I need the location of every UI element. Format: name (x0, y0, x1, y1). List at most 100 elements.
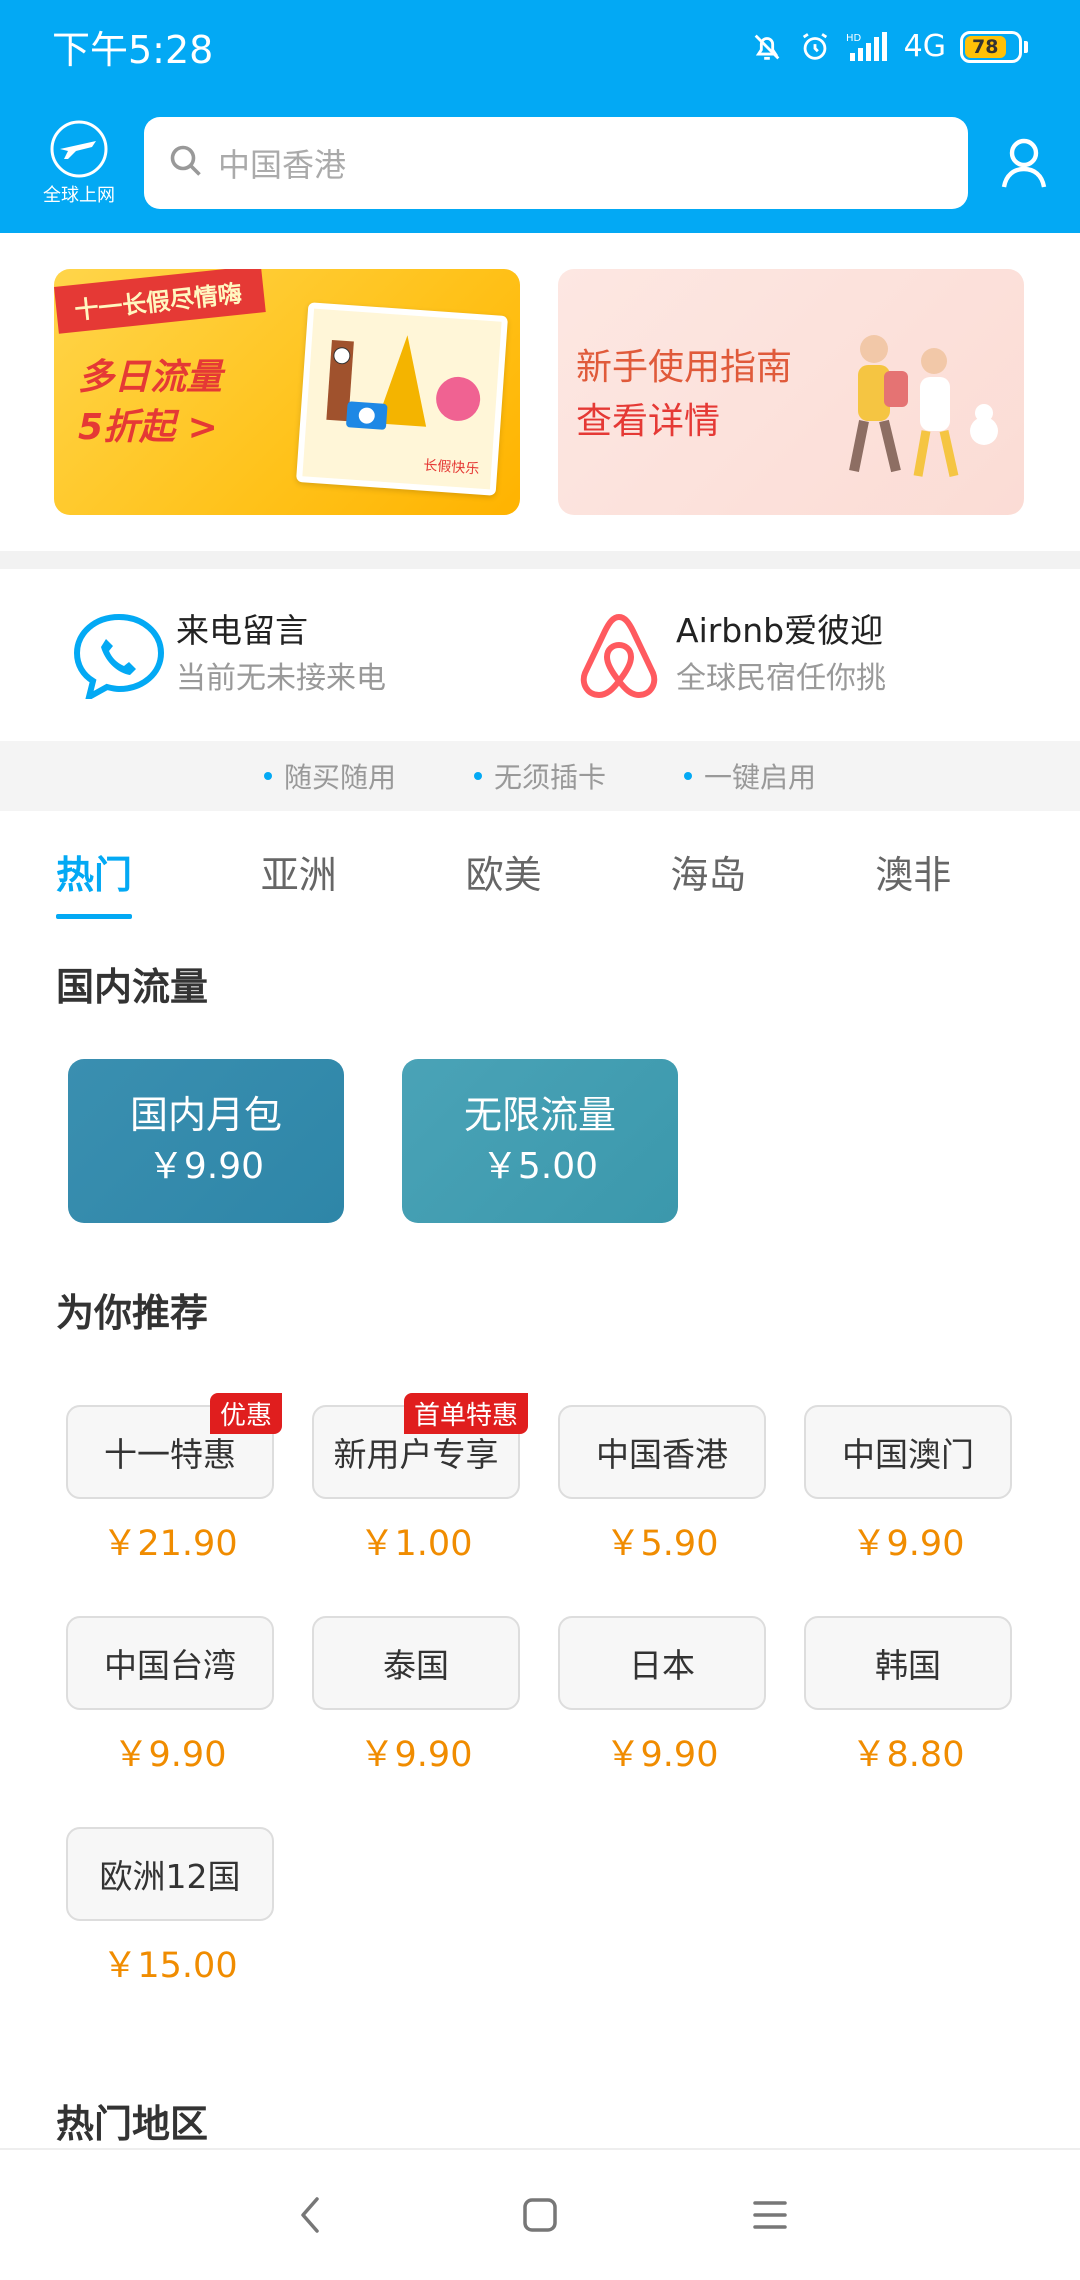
user-profile-button[interactable] (992, 131, 1056, 195)
rec-name: 新用户专享 (333, 1435, 499, 1474)
tab-europe-america[interactable]: 欧美 (466, 811, 671, 931)
system-navigation-bar (0, 2148, 1080, 2280)
rec-item: 新用户专享 首单特惠 ￥1.00 (312, 1393, 528, 1566)
voicemail-service[interactable]: 来电留言 当前无未接来电 (72, 609, 572, 741)
recent-apps-button[interactable] (740, 2185, 800, 2245)
postcard-tag: 长假快乐 (422, 457, 480, 478)
tab-asia[interactable]: 亚洲 (261, 811, 466, 931)
rec-button[interactable]: 十一特惠 优惠 (66, 1393, 282, 1499)
rec-button[interactable]: 中国台湾 (66, 1616, 274, 1710)
airbnb-icon (572, 609, 666, 703)
menu-lines-icon (753, 2201, 787, 2229)
rec-button[interactable]: 泰国 (312, 1616, 520, 1710)
feature-label: 无须插卡 (493, 761, 606, 794)
rec-button[interactable]: 韩国 (804, 1616, 1012, 1710)
rec-name: 泰国 (383, 1646, 449, 1685)
service-name: Airbnb爱彼迎 (676, 611, 884, 650)
rec-price: ￥9.90 (605, 1735, 719, 1775)
rec-item: 欧洲12国 ￥15.00 (66, 1827, 274, 1988)
section-divider (0, 551, 1080, 569)
tab-hot[interactable]: 热门 (56, 811, 261, 931)
back-button[interactable] (280, 2185, 340, 2245)
guide-title: 新手使用指南 (576, 347, 793, 388)
banner-line-2: 5折起 > (78, 407, 218, 448)
feature-item: 一键启用 (684, 756, 816, 796)
feature-item: 无须插卡 (473, 756, 606, 796)
logo-label: 全球上网 (43, 185, 115, 206)
top-bar: 下午5:28 HD 4G 78 全球上网 中国香港 (0, 0, 1080, 233)
back-chevron-icon (301, 2197, 319, 2233)
service-desc: 全球民宿任你挑 (676, 661, 886, 696)
rec-price: ￥9.90 (851, 1524, 965, 1564)
holiday-promo-banner[interactable]: 十一长假尽情嗨 多日流量 5折起 > 长假快乐 (54, 269, 520, 515)
search-icon (168, 143, 204, 183)
first-order-badge: 首单特惠 (403, 1393, 528, 1434)
package-name: 无限流量 (463, 1093, 616, 1137)
app-bar: 全球上网 中国香港 (0, 93, 1080, 233)
status-time: 下午5:28 (52, 28, 214, 72)
rec-name: 日本 (629, 1646, 695, 1685)
recommend-grid: 十一特惠 优惠 ￥21.90 新用户专享 首单特惠 ￥1.00 中国香港 ￥5.… (0, 1361, 1080, 1988)
battery-icon: 78 (960, 30, 1028, 63)
home-square-icon (523, 2198, 557, 2232)
rec-item: 泰国 ￥9.90 (312, 1616, 520, 1777)
search-placeholder: 中国香港 (218, 146, 347, 184)
rec-button[interactable]: 中国香港 (558, 1405, 766, 1499)
signal-icon: HD (846, 31, 890, 63)
domestic-section-title: 国内流量 (56, 964, 209, 1009)
rec-name: 欧洲12国 (99, 1857, 241, 1896)
user-icon (1001, 138, 1047, 188)
service-name: 来电留言 (176, 611, 308, 650)
rec-name: 十一特惠 (104, 1435, 236, 1474)
recommend-section-title: 为你推荐 (56, 1290, 209, 1335)
rec-item: 中国台湾 ￥9.90 (66, 1616, 274, 1777)
domestic-monthly-package[interactable]: 国内月包 ￥9.90 (68, 1059, 344, 1223)
service-desc: 当前无未接来电 (176, 661, 386, 696)
guide-link: 查看详情 (576, 401, 721, 442)
rec-price: ￥8.80 (851, 1735, 965, 1775)
region-tabs: 热门 亚洲 欧美 海岛 澳非 (0, 811, 1080, 931)
rec-button[interactable]: 新用户专享 首单特惠 (312, 1393, 528, 1499)
app-logo[interactable]: 全球上网 (36, 119, 122, 207)
travelers-illustration (849, 335, 998, 477)
rec-price: ￥9.90 (359, 1735, 473, 1775)
rec-name: 中国香港 (596, 1435, 728, 1474)
services-row: 来电留言 当前无未接来电 Airbnb爱彼迎 全球民宿任你挑 (0, 569, 1080, 741)
rec-button[interactable]: 欧洲12国 (66, 1827, 274, 1921)
rec-item: 中国澳门 ￥9.90 (804, 1405, 1012, 1566)
rec-button[interactable]: 日本 (558, 1616, 766, 1710)
svg-text:HD: HD (846, 33, 862, 44)
rec-item: 十一特惠 优惠 ￥21.90 (66, 1393, 282, 1566)
banner-title: 多日流量 5折起 > (78, 353, 222, 453)
bullet-icon (263, 772, 272, 780)
mute-bell-icon (750, 30, 784, 64)
rec-name: 韩国 (875, 1646, 941, 1685)
beginner-guide-banner[interactable]: 新手使用指南 查看详情 (558, 269, 1024, 515)
domestic-packages: 国内月包 ￥9.90 无限流量 ￥5.00 (0, 1035, 1080, 1257)
battery-level: 78 (965, 35, 1006, 58)
status-icons: HD 4G 78 (750, 29, 1028, 64)
status-bar: 下午5:28 HD 4G 78 (0, 0, 1080, 93)
feature-label: 一键启用 (704, 761, 817, 794)
rec-button[interactable]: 中国澳门 (804, 1405, 1012, 1499)
unlimited-data-package[interactable]: 无限流量 ￥5.00 (402, 1059, 678, 1223)
airbnb-service[interactable]: Airbnb爱彼迎 全球民宿任你挑 (572, 609, 1072, 741)
alarm-icon (798, 30, 832, 64)
tab-islands[interactable]: 海岛 (670, 811, 875, 931)
rec-name: 中国台湾 (104, 1646, 236, 1685)
home-button[interactable] (510, 2185, 570, 2245)
tab-oceania-africa[interactable]: 澳非 (875, 811, 1080, 931)
banner-row: 十一长假尽情嗨 多日流量 5折起 > 长假快乐 新手使用指南 查看详情 (0, 233, 1080, 551)
rec-item: 韩国 ￥8.80 (804, 1616, 1012, 1777)
discount-badge: 优惠 (209, 1393, 282, 1434)
rec-item: 中国香港 ￥5.90 (558, 1405, 766, 1566)
bullet-icon (684, 772, 692, 780)
search-input[interactable]: 中国香港 (144, 117, 968, 209)
feature-strip: 随买随用 无须插卡 一键启用 (0, 741, 1080, 811)
rec-price: ￥15.00 (102, 1946, 238, 1986)
feature-label: 随买随用 (283, 761, 396, 794)
globe-plane-icon (50, 120, 108, 178)
landmarks-illustration (326, 335, 481, 430)
rec-item: 日本 ￥9.90 (558, 1616, 766, 1777)
package-price: ￥9.90 (147, 1146, 265, 1187)
